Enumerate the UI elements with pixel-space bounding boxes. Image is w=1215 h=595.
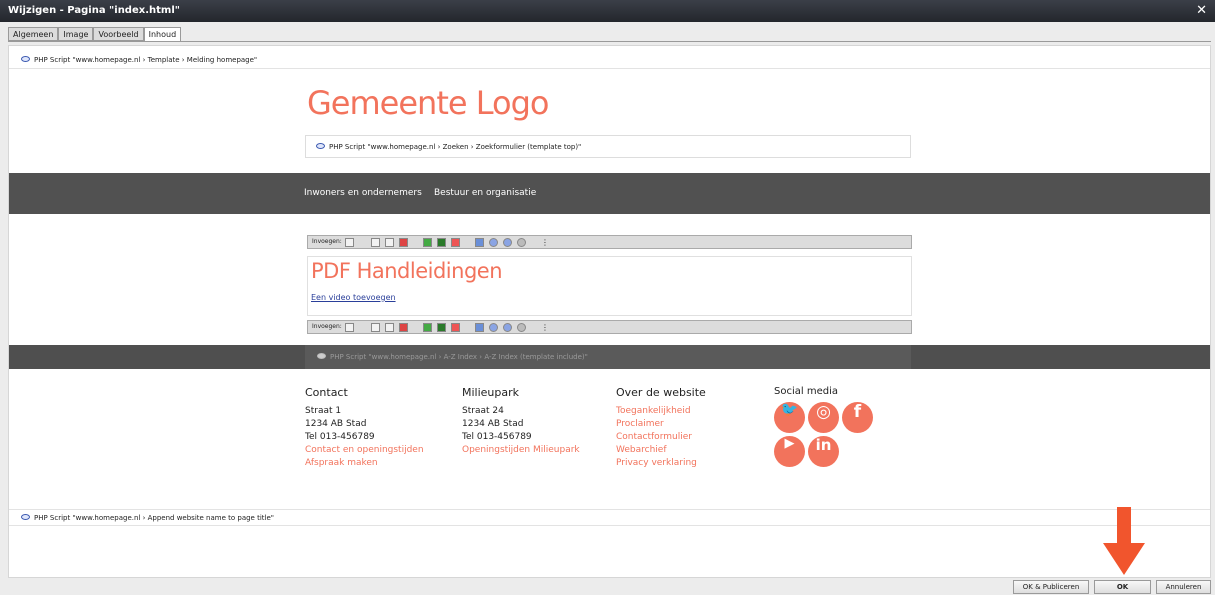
facebook-icon[interactable]: f	[842, 402, 873, 433]
footer-link[interactable]: Privacy verklaring	[616, 457, 706, 470]
php-script-icon	[21, 514, 30, 520]
twitter-icon[interactable]: 🐦	[774, 402, 805, 433]
document-icon[interactable]	[371, 323, 380, 332]
php-script-az-index[interactable]: PHP Script "www.homepage.nl › A-Z Index …	[305, 345, 911, 369]
down-arrow-icon	[1103, 507, 1145, 575]
php-script-icon	[316, 143, 325, 149]
footer-milieupark: Milieupark Straat 24 1234 AB Stad Tel 01…	[462, 386, 580, 457]
footer-link[interactable]: Afspraak maken	[305, 457, 424, 470]
footer-text: Tel 013-456789	[462, 432, 532, 442]
footer-text: Straat 1	[305, 406, 342, 416]
dialog-titlebar: Wijzigen - Pagina "index.html" ✕	[0, 0, 1215, 22]
footer-link[interactable]: Openingstijden Milieupark	[462, 444, 580, 457]
footer-link[interactable]: Contact en openingstijden	[305, 444, 424, 457]
close-icon[interactable]: ✕	[1196, 0, 1207, 22]
cancel-button[interactable]: Annuleren	[1156, 580, 1211, 594]
page-icon[interactable]	[345, 238, 354, 247]
footer-contact: Contact Straat 1 1234 AB Stad Tel 013-45…	[305, 386, 424, 470]
php-script-search-label: PHP Script "www.homepage.nl › Zoeken › Z…	[329, 143, 582, 151]
nav-item-bestuur[interactable]: Bestuur en organisatie	[434, 173, 536, 214]
php-icon[interactable]	[489, 323, 498, 332]
nav-item-inwoners[interactable]: Inwoners en ondernemers	[304, 173, 422, 214]
footer-link[interactable]: Proclaimer	[616, 418, 706, 431]
footer-band: PHP Script "www.homepage.nl › A-Z Index …	[9, 345, 1210, 369]
footer-social: Social media 🐦 ◎ f ▶ in	[774, 386, 873, 467]
php-script-az-index-label: PHP Script "www.homepage.nl › A-Z Index …	[330, 353, 588, 361]
tab-algemeen[interactable]: Algemeen	[8, 27, 59, 41]
more-icon[interactable]: ⋮	[541, 323, 550, 332]
image-icon[interactable]	[423, 238, 432, 247]
pdf-icon[interactable]	[451, 323, 460, 332]
insert-toolbar-bottom: Invoegen: ⋮	[307, 320, 912, 334]
footer-social-title: Social media	[774, 386, 838, 397]
edit-page-dialog: Wijzigen - Pagina "index.html" ✕ Algemee…	[0, 0, 1215, 595]
php-script-append[interactable]: PHP Script "www.homepage.nl › Append web…	[9, 509, 1210, 526]
media-icon[interactable]	[475, 323, 484, 332]
instagram-icon[interactable]: ◎	[808, 402, 839, 433]
php-script-search[interactable]: PHP Script "www.homepage.nl › Zoeken › Z…	[305, 135, 911, 158]
footer-contact-title: Contact	[305, 386, 348, 399]
footer-text: Tel 013-456789	[305, 432, 375, 442]
ok-publish-button[interactable]: OK & Publiceren	[1013, 580, 1089, 594]
content-heading: PDF Handleidingen	[311, 259, 503, 283]
spreadsheet-icon[interactable]	[437, 323, 446, 332]
document-icon[interactable]	[371, 238, 380, 247]
script-icon[interactable]	[503, 238, 512, 247]
php-script-icon	[317, 353, 326, 359]
pdf-icon[interactable]	[451, 238, 460, 247]
php-icon[interactable]	[489, 238, 498, 247]
php-script-template-label: PHP Script "www.homepage.nl › Template ›…	[34, 56, 258, 64]
footer-text: 1234 AB Stad	[462, 419, 524, 429]
add-video-link[interactable]: Een video toevoegen	[311, 293, 396, 302]
php-script-append-label: PHP Script "www.homepage.nl › Append web…	[34, 514, 274, 522]
image-icon[interactable]	[423, 323, 432, 332]
tab-voorbeeld[interactable]: Voorbeeld	[93, 27, 144, 41]
block-icon[interactable]	[517, 323, 526, 332]
insert-toolbar-top: Invoegen: ⋮	[307, 235, 912, 249]
php-script-template[interactable]: PHP Script "www.homepage.nl › Template ›…	[9, 52, 1210, 69]
footer-website: Over de website Toegankelijkheid Proclai…	[616, 386, 706, 470]
footer-website-title: Over de website	[616, 386, 706, 399]
tab-strip: Algemeen Image Voorbeeld Inhoud	[8, 27, 182, 42]
footer-text: Straat 24	[462, 406, 504, 416]
script-icon[interactable]	[503, 323, 512, 332]
main-navigation: Inwoners en ondernemers Bestuur en organ…	[9, 173, 1210, 214]
calendar-icon[interactable]	[399, 323, 408, 332]
footer-link[interactable]: Webarchief	[616, 444, 706, 457]
linkedin-icon[interactable]: in	[808, 436, 839, 467]
insert-toolbar-label: Invoegen:	[312, 323, 342, 330]
youtube-icon[interactable]: ▶	[774, 436, 805, 467]
calendar-icon[interactable]	[399, 238, 408, 247]
tab-divider	[8, 41, 1211, 42]
ok-button[interactable]: OK	[1094, 580, 1151, 594]
media-icon[interactable]	[475, 238, 484, 247]
page-preview: PHP Script "www.homepage.nl › Template ›…	[8, 45, 1211, 578]
page-icon[interactable]	[345, 323, 354, 332]
php-script-icon	[21, 56, 30, 62]
attachment-icon[interactable]	[385, 323, 394, 332]
tab-inhoud[interactable]: Inhoud	[143, 27, 182, 42]
footer-link[interactable]: Toegankelijkheid	[616, 405, 706, 418]
spreadsheet-icon[interactable]	[437, 238, 446, 247]
more-icon[interactable]: ⋮	[541, 238, 550, 247]
site-logo: Gemeente Logo	[307, 84, 549, 122]
footer-link[interactable]: Contactformulier	[616, 431, 706, 444]
attachment-icon[interactable]	[385, 238, 394, 247]
footer-text: 1234 AB Stad	[305, 419, 367, 429]
block-icon[interactable]	[517, 238, 526, 247]
tab-image[interactable]: Image	[58, 27, 94, 41]
footer-milieupark-title: Milieupark	[462, 386, 520, 399]
dialog-title: Wijzigen - Pagina "index.html"	[8, 5, 180, 16]
insert-toolbar-label: Invoegen:	[312, 238, 342, 245]
content-editor[interactable]: PDF Handleidingen Een video toevoegen	[307, 256, 912, 316]
